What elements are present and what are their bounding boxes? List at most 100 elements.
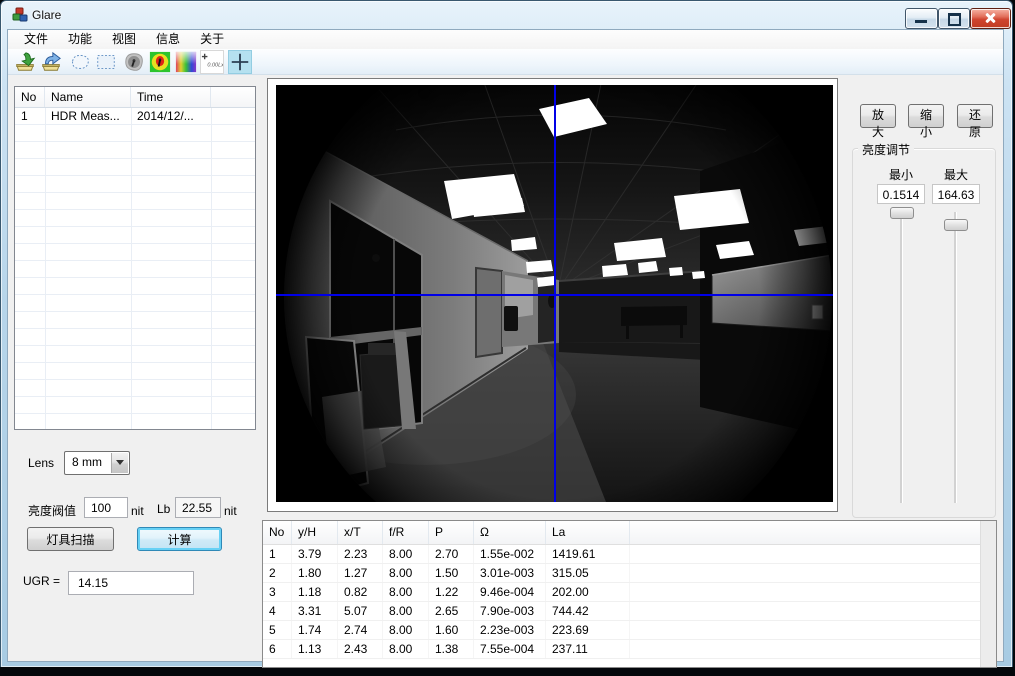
cell: 1.13 [292, 640, 338, 658]
zoom-in-button[interactable]: 放大 [860, 104, 896, 128]
import-button[interactable] [13, 50, 37, 74]
export-button[interactable] [39, 50, 63, 74]
close-button[interactable] [970, 8, 1011, 29]
rect-select-button[interactable] [94, 50, 118, 74]
lux-meter-icon: 0.00Lx [201, 51, 223, 73]
column-separator [131, 108, 132, 429]
cell: 202.00 [546, 583, 630, 601]
column-header-time: Time [131, 87, 211, 107]
cell: 8.00 [383, 602, 429, 620]
cell: 6 [263, 640, 292, 658]
table-row[interactable]: 5 1.74 2.74 8.00 1.60 2.23e-003 223.69 [263, 621, 996, 640]
cell: 3.79 [292, 545, 338, 563]
svg-text:0.00Lx: 0.00Lx [207, 63, 223, 69]
cell: 2.74 [338, 621, 383, 639]
title-bar: Glare [0, 0, 1013, 30]
minimize-button[interactable] [905, 8, 938, 29]
cell: 4 [263, 602, 292, 620]
measurement-list-header: No Name Time [15, 87, 255, 108]
cell: 1.60 [429, 621, 474, 639]
table-scrollbar[interactable] [980, 521, 996, 667]
cell: 3.31 [292, 602, 338, 620]
col-no: No [263, 521, 292, 544]
max-label: 最大 [932, 166, 980, 183]
cell: 315.05 [546, 564, 630, 582]
list-item[interactable]: 1 HDR Meas... 2014/12/... [15, 108, 255, 125]
cell: 744.42 [546, 602, 630, 620]
lens-dropdown-button[interactable] [111, 453, 128, 473]
table-row[interactable]: 3 1.18 0.82 8.00 1.22 9.46e-004 202.00 [263, 583, 996, 602]
threshold-unit: nit [131, 504, 144, 518]
cell: 1.38 [429, 640, 474, 658]
max-slider-thumb[interactable] [944, 219, 968, 231]
window-title: Glare [32, 8, 61, 22]
cell: 8.00 [383, 545, 429, 563]
cell: 7.90e-003 [474, 602, 546, 620]
cell-name: HDR Meas... [45, 108, 131, 125]
maximize-button[interactable] [938, 8, 970, 29]
table-row[interactable]: 2 1.80 1.27 8.00 1.50 3.01e-003 315.05 [263, 564, 996, 583]
palette-icon [175, 51, 197, 73]
export-icon [40, 51, 62, 73]
table-row[interactable]: 4 3.31 5.07 8.00 2.65 7.90e-003 744.42 [263, 602, 996, 621]
cell: 223.69 [546, 621, 630, 639]
lb-value-field[interactable] [175, 497, 221, 518]
col-filler [630, 521, 996, 544]
cell: 1.22 [429, 583, 474, 601]
ugr-value-field[interactable] [68, 571, 194, 595]
cell-no: 1 [15, 108, 45, 125]
table-row[interactable]: 6 1.13 2.43 8.00 1.38 7.55e-004 237.11 [263, 640, 996, 659]
col-fr: f/R [383, 521, 429, 544]
crosshair-tool-button[interactable] [228, 50, 252, 74]
min-label: 最小 [877, 166, 925, 183]
cell: 2.65 [429, 602, 474, 620]
lux-meter-button[interactable]: 0.00Lx [200, 50, 224, 74]
col-la: La [546, 521, 630, 544]
col-p: P [429, 521, 474, 544]
lb-label: Lb [157, 502, 170, 516]
cell: 1.18 [292, 583, 338, 601]
cell: 1.27 [338, 564, 383, 582]
lens-select[interactable]: 8 mm [64, 451, 130, 475]
cell: 1.80 [292, 564, 338, 582]
zoom-reset-button[interactable]: 还原 [957, 104, 993, 128]
maximize-icon [948, 13, 961, 26]
cell: 1.74 [292, 621, 338, 639]
grayscale-map-button[interactable] [122, 50, 146, 74]
cell: 2.23e-003 [474, 621, 546, 639]
menu-info[interactable]: 信息 [146, 30, 190, 49]
palette-button[interactable] [174, 50, 198, 74]
results-table: No y/H x/T f/R P Ω La 1 3.79 2.23 8.00 2… [262, 520, 997, 668]
min-slider-thumb[interactable] [890, 207, 914, 219]
threshold-input[interactable] [84, 497, 128, 518]
max-slider-track[interactable] [954, 212, 956, 503]
zoom-out-button[interactable]: 缩小 [908, 104, 944, 128]
cell-time: 2014/12/... [131, 108, 211, 125]
max-value-field[interactable]: 164.63 [932, 184, 980, 204]
calculate-button[interactable]: 计算 [137, 527, 222, 551]
column-separator [211, 108, 212, 429]
measurement-list: No Name Time 1 HDR Meas... 2014/12/... [14, 86, 256, 430]
threshold-label: 亮度阀值 [28, 502, 76, 519]
min-slider-track[interactable] [900, 212, 902, 503]
table-row[interactable]: 1 3.79 2.23 8.00 2.70 1.55e-002 1419.61 [263, 545, 996, 564]
menu-function[interactable]: 功能 [58, 30, 102, 49]
lamp-scan-button[interactable]: 灯具扫描 [27, 527, 114, 551]
cell: 5 [263, 621, 292, 639]
cell: 1.50 [429, 564, 474, 582]
rect-select-icon [95, 51, 117, 73]
cell: 0.82 [338, 583, 383, 601]
chevron-down-icon [116, 460, 124, 469]
menu-about[interactable]: 关于 [190, 30, 234, 49]
freeform-select-icon [69, 51, 91, 73]
hdr-image[interactable] [276, 85, 833, 502]
cell: 8.00 [383, 564, 429, 582]
freeform-select-button[interactable] [68, 50, 92, 74]
min-value-field[interactable]: 0.1514 [877, 184, 925, 204]
menu-file[interactable]: 文件 [14, 30, 58, 49]
brightness-group-title: 亮度调节 [858, 141, 914, 158]
menu-view[interactable]: 视图 [102, 30, 146, 49]
minimize-icon [915, 20, 927, 23]
falsecolor-map-button[interactable] [148, 50, 172, 74]
col-yh: y/H [292, 521, 338, 544]
